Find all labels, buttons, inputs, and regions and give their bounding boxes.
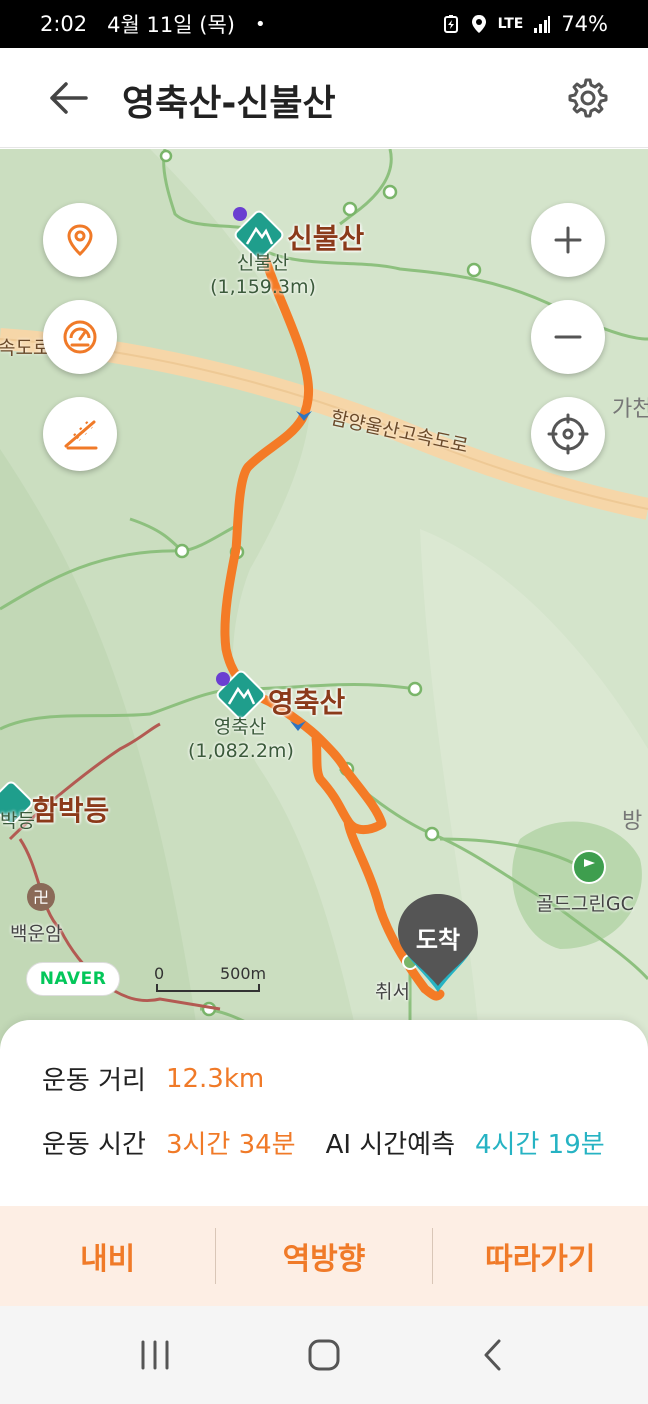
map-scale: 0 500m — [154, 964, 267, 994]
arrival-marker[interactable]: 도착 — [398, 894, 478, 994]
location-icon — [471, 15, 486, 33]
status-time: 2:02 — [40, 12, 88, 36]
status-bar: 2:02 4월 11일 (목) • LTE 74% — [0, 0, 648, 48]
arrow-left-icon — [50, 82, 88, 114]
app-screen: 2:02 4월 11일 (목) • LTE 74% 영축산-신불산 卍 신불산 … — [0, 0, 648, 1404]
follow-route-button[interactable]: 따라가기 — [433, 1206, 648, 1306]
back-button[interactable] — [44, 78, 92, 118]
recenter-button[interactable] — [531, 397, 605, 471]
route-info-panel: 운동 거리 12.3km 운동 시간 3시간 34분 AI 시간예측 4시간 1… — [0, 1020, 648, 1206]
settings-button[interactable] — [562, 72, 614, 124]
peak-elevation: (1,082.2m) — [188, 740, 294, 762]
status-right: LTE 74% — [442, 12, 608, 36]
minus-icon — [554, 335, 582, 339]
temple-label: 백운암 — [10, 923, 63, 945]
scale-bar — [156, 984, 260, 992]
recents-icon — [141, 1340, 169, 1370]
distance-value: 12.3km — [165, 1063, 265, 1094]
peak-sub-name: 영축산 — [213, 716, 267, 738]
golf-label: 골드그린GC — [536, 893, 634, 915]
scale-distance: 500m — [220, 964, 267, 983]
time-value: 3시간 34분 — [165, 1130, 296, 1160]
peak-elevation: (1,159.3m) — [210, 276, 316, 298]
zoom-in-button[interactable] — [531, 203, 605, 277]
distance-row: 운동 거리 12.3km — [42, 1060, 264, 1097]
ai-estimate-value: 4시간 19분 — [475, 1130, 605, 1160]
peak-sub-name: 신불산 — [236, 252, 290, 274]
naver-logo[interactable]: NAVER — [26, 962, 120, 996]
back-chevron-icon — [484, 1339, 501, 1371]
ai-estimate-label: AI 시간예측 — [325, 1130, 456, 1160]
signal-icon — [534, 16, 551, 33]
arrival-label: 도착 — [415, 926, 461, 954]
plus-icon — [554, 226, 582, 254]
slope-button[interactable] — [43, 397, 117, 471]
svg-text:卍: 卍 — [33, 888, 49, 907]
distance-label: 운동 거리 — [42, 1066, 146, 1096]
map-view[interactable]: 卍 신불산 신불산 (1,159.3m) 영축산 영축산 (1,082.2m) … — [0, 149, 648, 1049]
app-header: 영축산-신불산 — [0, 48, 648, 148]
scale-zero: 0 — [154, 964, 165, 983]
zoom-out-button[interactable] — [531, 300, 605, 374]
place-label-bang: 방 — [622, 809, 643, 834]
battery-percent: 74% — [561, 12, 608, 36]
slope-icon — [64, 420, 98, 450]
recents-button[interactable] — [125, 1325, 185, 1385]
peak-sublabel-hambakdeung: 박등 — [0, 810, 35, 832]
crosshair-icon — [547, 413, 589, 455]
system-back-button[interactable] — [463, 1325, 523, 1385]
navigation-button[interactable]: 내비 — [0, 1206, 215, 1306]
peak-sublabel-sinbulsan: 신불산 (1,159.3m) — [210, 251, 316, 299]
location-pin-icon — [67, 224, 93, 257]
battery-saver-icon — [443, 15, 458, 33]
action-bar: 내비 역방향 따라가기 — [0, 1206, 648, 1306]
network-type: LTE — [497, 16, 524, 32]
speedometer-icon — [63, 320, 97, 354]
system-nav-bar — [0, 1306, 648, 1404]
home-icon — [308, 1339, 340, 1371]
reverse-direction-button[interactable]: 역방향 — [216, 1206, 431, 1306]
notification-dot: • — [254, 13, 266, 35]
page-title: 영축산-신불산 — [122, 83, 336, 124]
time-row: 운동 시간 3시간 34분 AI 시간예측 4시간 19분 — [42, 1124, 605, 1161]
time-label: 운동 시간 — [42, 1130, 146, 1160]
peak-sublabel-yeongchuksan: 영축산 (1,082.2m) — [188, 715, 294, 763]
status-date: 4월 11일 (목) — [107, 13, 235, 37]
home-button[interactable] — [294, 1325, 354, 1385]
peak-label-hambakdeung: 함박등 — [32, 794, 110, 827]
gear-icon — [568, 78, 608, 118]
location-button[interactable] — [43, 203, 117, 277]
place-label-ga: 가천 — [612, 397, 648, 422]
speed-button[interactable] — [43, 300, 117, 374]
